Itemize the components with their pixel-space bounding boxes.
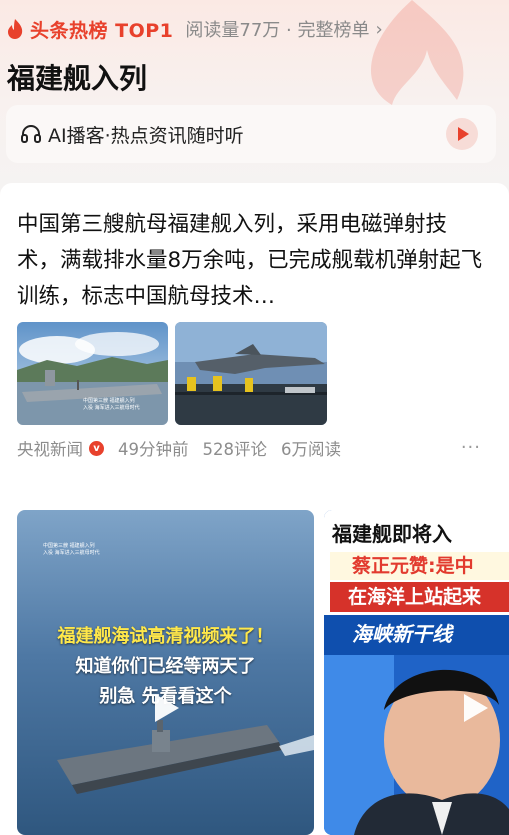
video2-banner-2: 在海洋上站起来 <box>330 582 509 612</box>
video1-line2: 知道你们已经等两天了 <box>75 656 256 677</box>
chevron-right-icon[interactable]: › <box>375 19 382 40</box>
source-info[interactable]: 央视新闻 v <box>17 436 104 460</box>
play-icon[interactable] <box>454 688 494 728</box>
hot-rank-label[interactable]: 头条热榜 TOP1 <box>30 16 173 43</box>
video2-banner-1: 蔡正元赞:是中 <box>330 552 509 580</box>
article-card[interactable]: 中国第三艘航母福建舰入列，采用电磁弹射技术，满载排水量8万余吨，已完成舰载机弹射… <box>0 183 509 483</box>
headphones-icon <box>21 125 41 143</box>
article-thumbnail-2[interactable] <box>175 322 327 425</box>
read-count-link[interactable]: 阅读量77万 · 完整榜单 <box>185 16 369 42</box>
flame-icon <box>8 19 23 39</box>
video-feed: 中国第三艘 福建舰入列 入役 海军进入三航母时代 福建舰海试高清视频来了！ 知道… <box>0 483 509 835</box>
video1-line1: 福建舰海试高清视频来了！ <box>57 626 274 647</box>
video2-show-logo: 海峡新干线 <box>352 622 452 646</box>
video2-title: 福建舰即将入 <box>332 522 452 546</box>
play-icon[interactable] <box>145 688 185 728</box>
play-icon <box>458 127 469 141</box>
video1-tiny-caption-2: 入役 海军进入三航母时代 <box>43 549 100 556</box>
article-thumbnail-1[interactable]: 中国第三艘 福建舰入列 入役 海军进入三航母时代 <box>17 322 168 425</box>
thumb-caption-2: 入役 海军进入三航母时代 <box>83 404 140 411</box>
video-card-2[interactable]: 福建舰即将入 蔡正元赞:是中 在海洋上站起来 海峡新干线 <box>324 510 509 835</box>
video1-tiny-caption-1: 中国第三艘 福建舰入列 <box>43 542 95 549</box>
more-options-icon[interactable]: ··· <box>461 437 481 458</box>
publish-time: 49分钟前 <box>118 440 189 459</box>
podcast-play-button[interactable] <box>446 118 478 150</box>
read-count: 6万阅读 <box>281 440 341 459</box>
source-name[interactable]: 央视新闻 <box>17 436 83 460</box>
carrier-harbor-image: 中国第三艘 福建舰入列 入役 海军进入三航母时代 <box>17 322 168 425</box>
article-meta: 央视新闻 v 49分钟前 528评论 6万阅读 <box>17 436 341 460</box>
article-headline[interactable]: 中国第三艘航母福建舰入列，采用电磁弹射技术，满载排水量8万余吨，已完成舰载机弹射… <box>17 207 487 315</box>
thumb-caption-1: 中国第三艘 福建舰入列 <box>83 397 135 404</box>
verified-badge-icon: v <box>89 440 104 456</box>
comment-count[interactable]: 528评论 <box>203 436 268 460</box>
page-title: 福建舰入列 <box>7 62 148 95</box>
podcast-label: AI播客·热点资讯随时听 <box>48 124 244 147</box>
hot-rank-bar[interactable]: 头条热榜 TOP1 阅读量77万 · 完整榜单 › <box>6 14 383 44</box>
ai-podcast-bar[interactable]: AI播客·热点资讯随时听 <box>6 105 496 163</box>
jet-launch-image <box>175 322 327 425</box>
video-card-1[interactable]: 中国第三艘 福建舰入列 入役 海军进入三航母时代 福建舰海试高清视频来了！ 知道… <box>17 510 314 835</box>
